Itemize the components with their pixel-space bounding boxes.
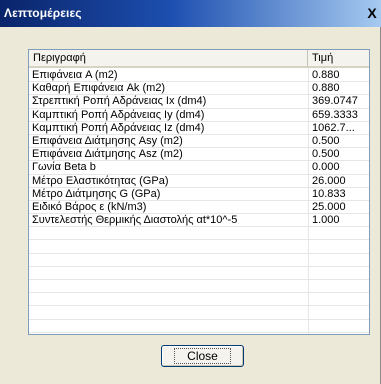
table-row[interactable]: Επιφάνεια A (m2) 0.880 — [29, 69, 369, 83]
row-value: 369.0747 — [312, 95, 358, 108]
column-header-value[interactable]: Τιμή — [308, 50, 369, 68]
details-list[interactable]: Περιγραφή Τιμή Επιφάνεια A (m2) 0.880 Καθα… — [28, 49, 370, 335]
list-header: Περιγραφή Τιμή — [29, 50, 369, 68]
row-description: Καμπτική Ροπή Αδράνειας Iz (dm4) — [32, 121, 205, 134]
empty-row — [29, 320, 369, 333]
details-dialog: Λεπτομέρειες X Περιγραφή Τιμή Επιφάνεια … — [0, 0, 381, 384]
row-value: 0.500 — [312, 148, 340, 161]
table-row[interactable]: Μέτρο Διάτμησης G (GPa) 10.833 — [29, 188, 369, 201]
empty-row — [29, 254, 369, 267]
close-button[interactable]: Close — [161, 345, 244, 367]
window-title: Λεπτομέρειες — [4, 6, 82, 20]
row-value: 1.000 — [312, 214, 340, 227]
table-row[interactable]: Επιφάνεια Διάτμησης Asy (m2) 0.500 — [29, 134, 369, 149]
row-value: 1062.7... — [312, 121, 355, 134]
row-description: Ειδικό Βάρος ε (kN/m3) — [32, 200, 147, 213]
list-rows: Επιφάνεια A (m2) 0.880 Καθαρή Επιφάνεια Ak… — [29, 69, 369, 333]
empty-row — [29, 280, 369, 294]
row-value: 25.000 — [312, 200, 346, 213]
row-description: Επιφάνεια Διάτμησης Asy (m2) — [32, 134, 183, 147]
row-description: Συντελεστής Θερμικής Διαστολής αt*10^-5 — [32, 214, 238, 227]
close-button-label: Close — [174, 348, 231, 364]
table-row[interactable]: Γωνία Beta b 0.000 — [29, 161, 369, 175]
table-row[interactable]: Συντελεστής Θερμικής Διαστολής αt*10^-5 1… — [29, 214, 369, 228]
row-value: 659.3333 — [312, 108, 358, 121]
close-icon[interactable]: X — [365, 3, 379, 23]
row-description: Καθαρή Επιφάνεια Ak (m2) — [32, 82, 166, 95]
row-description: Στρεπτική Ροπή Αδράνειας Ix (dm4) — [32, 95, 207, 108]
table-row[interactable]: Μέτρο Ελαστικότητας (GPa) 26.000 — [29, 175, 369, 188]
row-value: 0.000 — [312, 161, 340, 174]
row-description: Επιφάνεια A (m2) — [32, 69, 118, 81]
row-value: 0.500 — [312, 134, 340, 147]
title-bar[interactable]: Λεπτομέρειες X — [0, 0, 381, 27]
table-row[interactable]: Καμπτική Ροπή Αδράνειας Iz (dm4) 1062.7..… — [29, 122, 369, 135]
row-value: 0.880 — [312, 69, 340, 81]
row-value: 0.880 — [312, 82, 340, 95]
row-description: Επιφάνεια Διάτμησης Asz (m2) — [32, 148, 183, 161]
column-header-description[interactable]: Περιγραφή — [29, 50, 308, 68]
row-description: Καμπτική Ροπή Αδράνειας Iy (dm4) — [32, 108, 205, 121]
empty-row — [29, 267, 369, 280]
row-description: Μέτρο Ελαστικότητας (GPa) — [32, 174, 169, 187]
empty-row — [29, 227, 369, 241]
empty-row — [29, 240, 369, 254]
row-description: Μέτρο Διάτμησης G (GPa) — [32, 187, 161, 200]
row-value: 26.000 — [312, 174, 346, 187]
table-row[interactable]: Στρεπτική Ροπή Αδράνειας Ix (dm4) 369.074… — [29, 95, 369, 109]
table-row[interactable]: Καθαρή Επιφάνεια Ak (m2) 0.880 — [29, 82, 369, 96]
row-value: 10.833 — [312, 187, 346, 200]
empty-row — [29, 306, 369, 320]
table-row[interactable]: Καμπτική Ροπή Αδράνειας Iy (dm4) 659.3333 — [29, 109, 369, 122]
table-row[interactable]: Ειδικό Βάρος ε (kN/m3) 25.000 — [29, 200, 369, 215]
empty-row — [29, 293, 369, 307]
table-row[interactable]: Επιφάνεια Διάτμησης Asz (m2) 0.500 — [29, 148, 369, 162]
row-description: Γωνία Beta b — [32, 161, 96, 174]
